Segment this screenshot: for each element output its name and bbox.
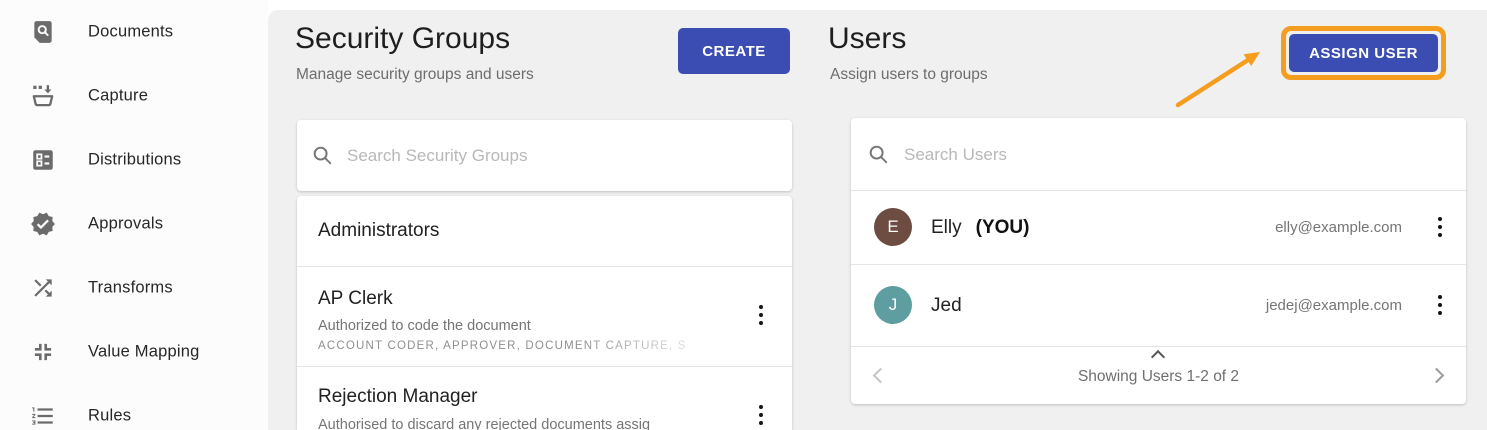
assign-user-highlight-ring: ASSIGN USER <box>1281 26 1446 80</box>
search-icon <box>311 144 333 166</box>
distributions-ballot-icon <box>30 147 56 173</box>
security-groups-subtitle: Manage security groups and users <box>296 66 534 83</box>
users-title: Users <box>828 22 907 55</box>
users-subtitle: Assign users to groups <box>830 66 988 83</box>
sidebar-item-label: Approvals <box>88 214 164 233</box>
group-name: Rejection Manager <box>318 386 478 407</box>
user-menu-kebab-icon[interactable] <box>1428 289 1452 321</box>
search-icon <box>867 143 889 165</box>
avatar: E <box>874 208 912 246</box>
user-name-text: Elly <box>931 217 962 238</box>
user-name: Jed <box>931 295 976 317</box>
group-description: Authorised to discard any rejected docum… <box>318 417 651 430</box>
sidebar-item-transforms[interactable]: Transforms <box>0 256 268 320</box>
collapse-chevron-up-icon[interactable] <box>1150 349 1166 365</box>
security-groups-search-card <box>297 120 792 191</box>
divider <box>297 266 792 267</box>
group-menu-kebab-icon[interactable] <box>749 399 773 430</box>
sidebar-item-documents[interactable]: Documents <box>0 0 268 64</box>
document-search-icon <box>30 19 56 45</box>
sidebar-item-label: Distributions <box>88 150 182 169</box>
screen: Documents Capture Distributions Approval… <box>0 0 1487 430</box>
sidebar-item-value-mapping[interactable]: Value Mapping <box>0 320 268 384</box>
sidebar-item-approvals[interactable]: Approvals <box>0 192 268 256</box>
sidebar: Documents Capture Distributions Approval… <box>0 0 268 430</box>
user-email: jedej@example.com <box>1265 297 1402 314</box>
sidebar-item-distributions[interactable]: Distributions <box>0 128 268 192</box>
capture-basket-icon <box>30 83 56 109</box>
divider <box>297 366 792 367</box>
sidebar-item-label: Transforms <box>88 278 173 297</box>
you-tag: (YOU) <box>975 217 1030 238</box>
security-groups-list: Administrators AP Clerk Authorized to co… <box>297 196 792 430</box>
group-name: Administrators <box>318 220 440 241</box>
group-name: AP Clerk <box>318 288 393 309</box>
create-button[interactable]: CREATE <box>678 28 790 74</box>
users-search-input[interactable] <box>904 138 1264 172</box>
avatar: J <box>874 286 912 324</box>
user-name-text: Jed <box>931 295 962 316</box>
group-description: Authorized to code the document <box>318 318 531 334</box>
divider <box>851 190 1466 191</box>
transforms-shuffle-icon <box>30 275 56 301</box>
users-card: E Elly (YOU) elly@example.com J Jed jedej… <box>851 118 1466 404</box>
sidebar-item-label: Capture <box>88 86 149 105</box>
security-groups-search-input[interactable] <box>347 139 747 173</box>
value-mapping-brackets-icon <box>30 339 56 365</box>
sidebar-item-capture[interactable]: Capture <box>0 64 268 128</box>
divider <box>851 346 1466 347</box>
group-menu-kebab-icon[interactable] <box>749 299 773 331</box>
group-roles: ACCOUNT CODER, APPROVER, DOCUMENT CAPTUR… <box>318 340 687 352</box>
approvals-verified-badge-icon <box>30 211 56 237</box>
user-name: Elly (YOU) <box>931 217 1029 239</box>
sidebar-item-label: Rules <box>88 406 132 425</box>
divider <box>851 264 1466 265</box>
pagination-status: Showing Users 1-2 of 2 <box>1077 368 1240 385</box>
assign-user-button[interactable]: ASSIGN USER <box>1289 34 1438 72</box>
security-groups-title: Security Groups <box>295 22 511 55</box>
sidebar-item-rules[interactable]: Rules <box>0 384 268 430</box>
user-email: elly@example.com <box>1275 219 1402 236</box>
rules-numbered-list-icon <box>30 403 56 429</box>
sidebar-item-label: Documents <box>88 22 174 41</box>
user-menu-kebab-icon[interactable] <box>1428 211 1452 243</box>
sidebar-item-label: Value Mapping <box>88 342 200 361</box>
